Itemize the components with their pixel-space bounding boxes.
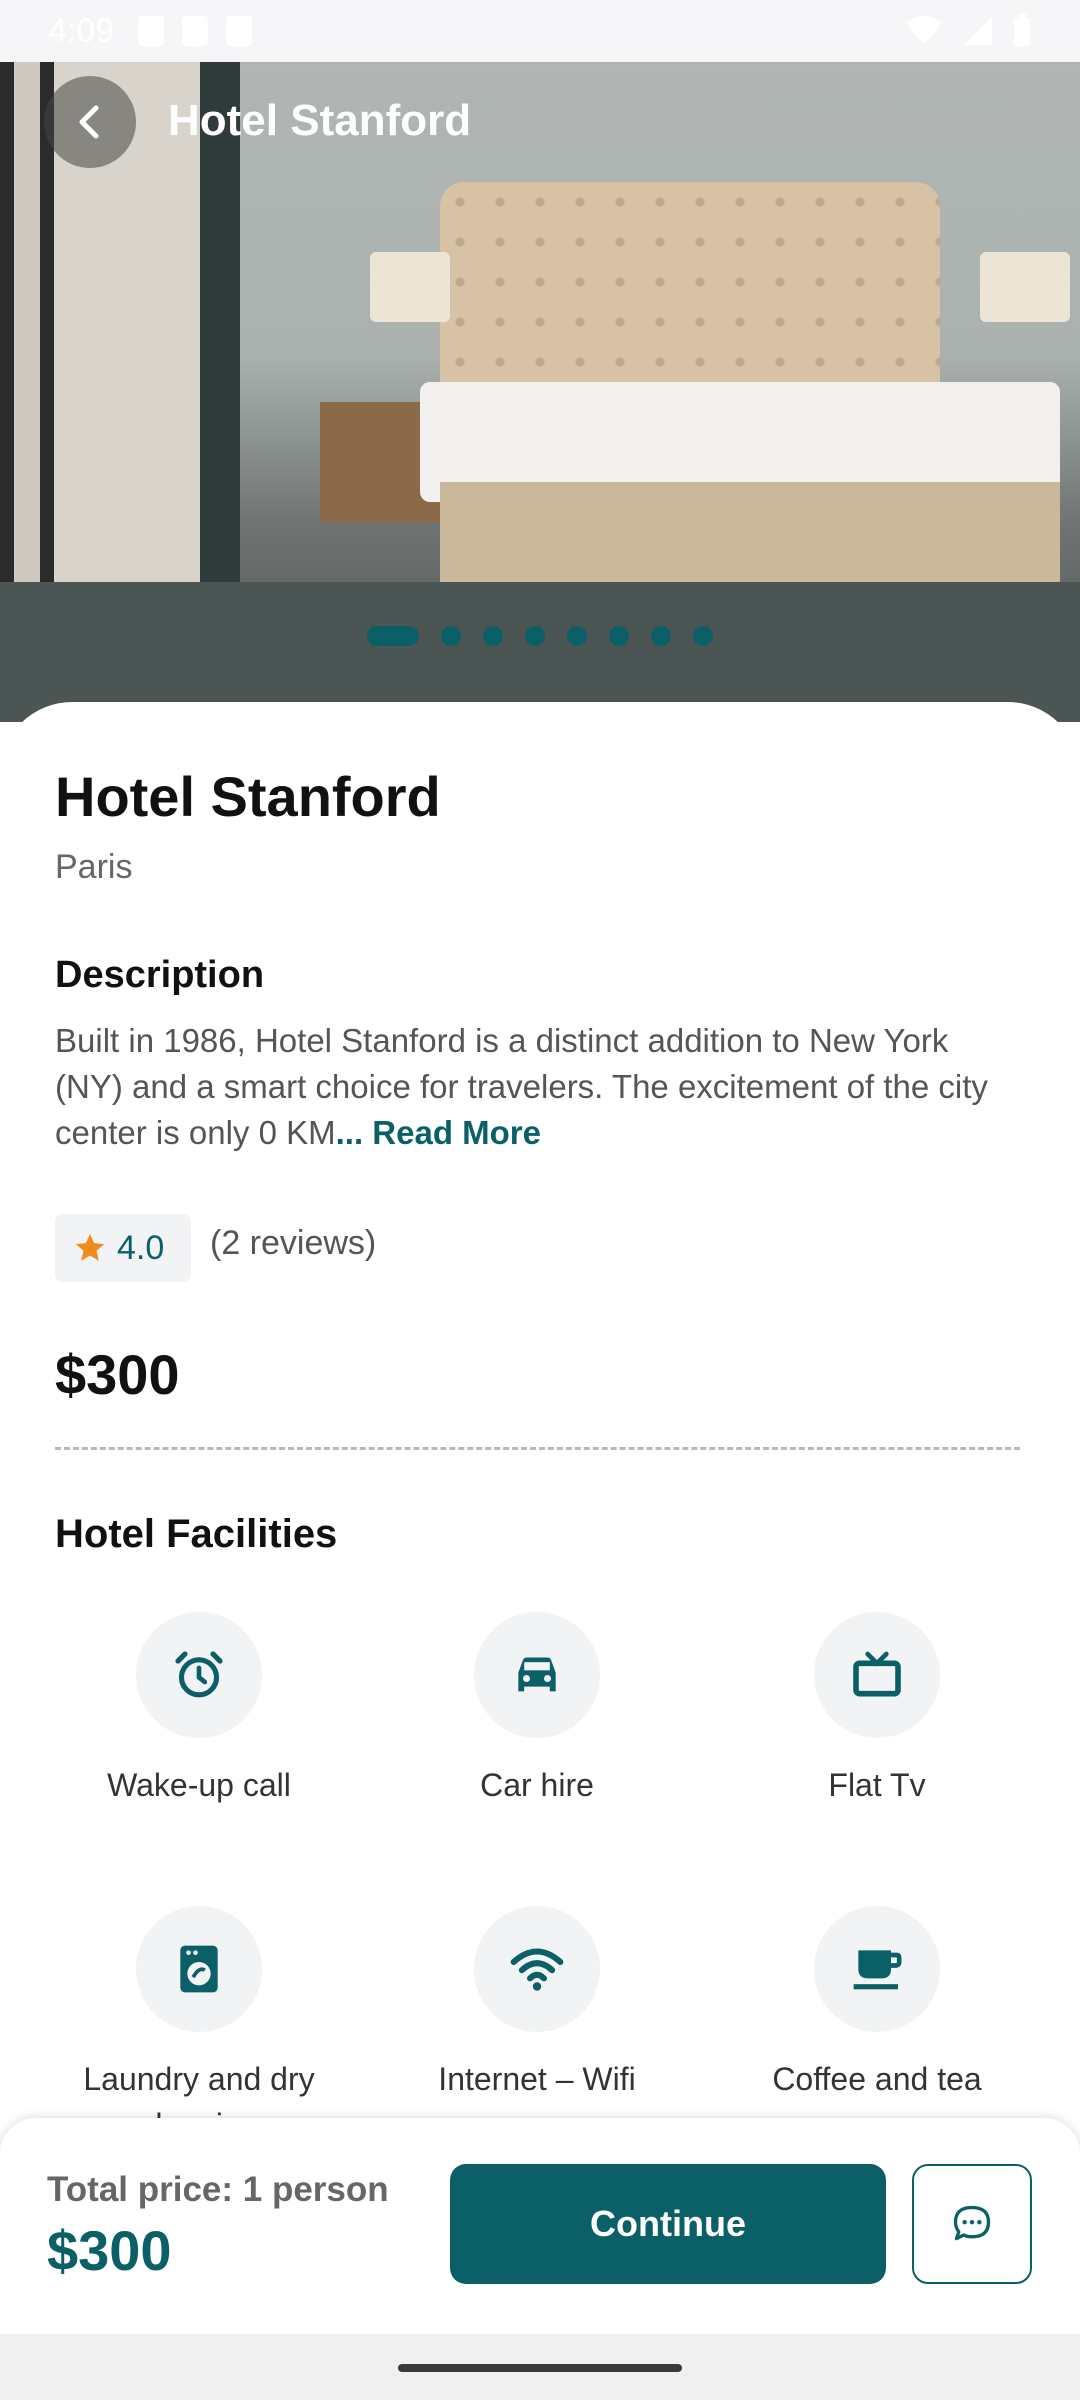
- carousel-dot[interactable]: [441, 626, 461, 646]
- facility-label: Car hire: [480, 1767, 594, 1803]
- photo-lamp: [980, 252, 1070, 322]
- continue-button[interactable]: Continue: [450, 2164, 886, 2284]
- carousel-dot[interactable]: [609, 626, 629, 646]
- facility-icon-circle: [814, 1906, 940, 2032]
- facility-icon-circle: [474, 1906, 600, 2032]
- header-title: Hotel Stanford: [168, 96, 472, 145]
- sd-card-icon: [226, 16, 253, 46]
- status-bar: 4:09: [0, 0, 1080, 62]
- facility-label: Coffee and tea: [772, 2061, 982, 2097]
- facility-label: Flat Tv: [828, 1767, 926, 1803]
- carousel-indicator: [0, 626, 1080, 646]
- carousel-dot[interactable]: [693, 626, 713, 646]
- status-system-icons: [904, 14, 1032, 48]
- alarm-clock-icon: [175, 1651, 223, 1698]
- tv-icon: [853, 1651, 901, 1697]
- read-more-link[interactable]: ... Read More: [336, 1114, 541, 1151]
- status-time: 4:09: [48, 11, 115, 50]
- facility-wake-up-call: Wake-up call: [49, 1612, 349, 1808]
- reviews-count[interactable]: (2 reviews): [210, 1224, 376, 1263]
- carousel-dot[interactable]: [525, 626, 545, 646]
- carousel-dot[interactable]: [567, 626, 587, 646]
- booking-bar: Total price: 1 person $300 Continue: [0, 2118, 1080, 2334]
- chat-button[interactable]: [912, 2164, 1032, 2284]
- facility-icon-circle: [136, 1906, 262, 2032]
- facility-laundry: Laundry and dry cleaning: [49, 1906, 349, 2148]
- hotel-city: Paris: [55, 848, 133, 886]
- facility-flat-tv: Flat Tv: [727, 1612, 1027, 1808]
- facility-label: Wake-up call: [107, 1767, 291, 1803]
- back-button[interactable]: [44, 76, 136, 168]
- rating-badge: 4.0: [55, 1214, 191, 1282]
- description-text: Built in 1986, Hotel Stanford is a disti…: [55, 1018, 1015, 1156]
- star-icon: [75, 1233, 105, 1261]
- total-price-label: Total price: 1 person: [47, 2170, 389, 2209]
- facilities-heading: Hotel Facilities: [55, 1512, 338, 1556]
- description-heading: Description: [55, 954, 265, 996]
- status-notification-icons: [138, 16, 253, 46]
- coffee-cup-icon: [853, 1950, 902, 1990]
- facility-icon-circle: [814, 1612, 940, 1738]
- car-icon: [518, 1657, 556, 1692]
- notification-icon: [182, 16, 209, 46]
- hotel-price: $300: [55, 1343, 180, 1406]
- rating-value: 4.0: [117, 1228, 165, 1267]
- arrow-left-icon: [79, 105, 99, 139]
- gesture-handle[interactable]: [398, 2364, 682, 2372]
- carousel-dot[interactable]: [367, 626, 419, 646]
- wifi-signal-icon: [906, 16, 942, 45]
- chat-icon: [953, 2205, 991, 2241]
- washing-machine-icon: [180, 1945, 218, 1993]
- facility-icon-circle: [474, 1612, 600, 1738]
- cell-signal-icon: [964, 17, 992, 45]
- battery-icon: [1014, 14, 1030, 46]
- divider: [55, 1447, 1020, 1450]
- photo-lamp: [370, 252, 450, 322]
- carousel-dot[interactable]: [483, 626, 503, 646]
- photo-rug: [0, 582, 1080, 722]
- facility-wifi: Internet – Wifi: [387, 1906, 687, 2102]
- shield-icon: [138, 16, 165, 46]
- carousel-dot[interactable]: [651, 626, 671, 646]
- facility-car-hire: Car hire: [387, 1612, 687, 1808]
- screen: 4:09 Hotel Stanford Hotel Stanford Paris…: [0, 0, 1080, 2400]
- hotel-photo-carousel[interactable]: [0, 62, 1080, 722]
- facility-coffee-tea: Coffee and tea: [727, 1906, 1027, 2102]
- total-price-value: $300: [47, 2219, 172, 2282]
- wifi-icon: [510, 1948, 564, 1991]
- facility-label: Internet – Wifi: [438, 2061, 636, 2097]
- hotel-name: Hotel Stanford: [55, 765, 441, 828]
- facility-icon-circle: [136, 1612, 262, 1738]
